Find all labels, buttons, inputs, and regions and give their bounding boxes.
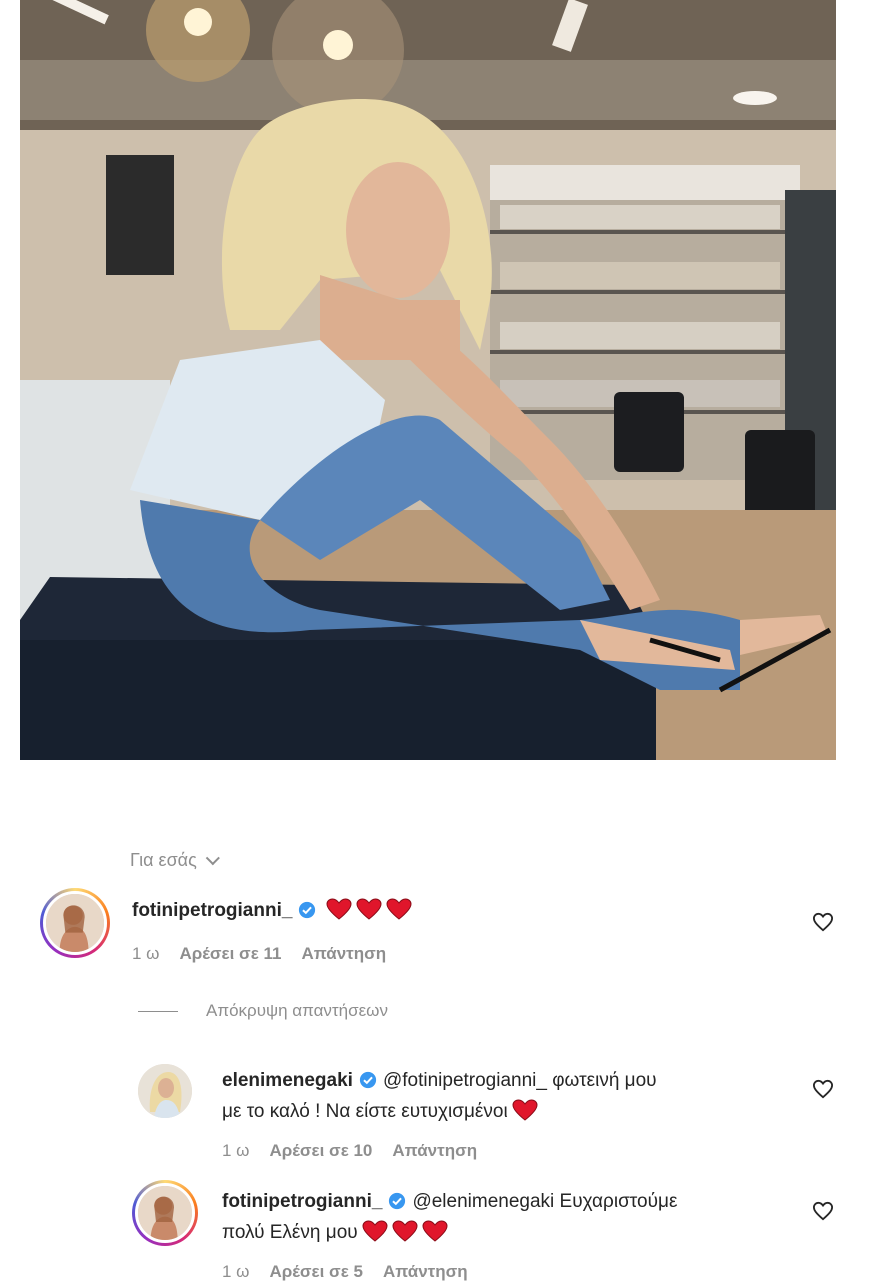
avatar[interactable]: [132, 1180, 198, 1246]
reply-meta: 1 ω Αρέσει σε 10 Απάντηση: [222, 1141, 477, 1161]
comment-username[interactable]: fotinipetrogianni_: [132, 900, 292, 921]
comment-body: fotinipetrogianni_: [132, 898, 412, 922]
comments-filter[interactable]: Για εσάς: [130, 850, 220, 871]
red-heart-icon: [392, 1220, 418, 1242]
reply-text-line1: @fotinipetrogianni_ φωτεινή μου: [382, 1070, 657, 1091]
red-heart-icon: [386, 898, 412, 920]
hide-replies-label: Απόκρυψη απαντήσεων: [206, 1001, 388, 1020]
avatar[interactable]: [40, 888, 110, 958]
verified-badge-icon: [299, 901, 316, 919]
reply-body: fotinipetrogianni_ @elenimenegaki Ευχαρισ…: [222, 1186, 782, 1248]
photo-illustration: [20, 0, 836, 760]
avatar-photo: [46, 894, 104, 952]
like-heart-icon[interactable]: [812, 1079, 834, 1099]
post-photo: [20, 0, 836, 760]
avatar-photo: [138, 1186, 192, 1240]
reply-likes-link[interactable]: Αρέσει σε 10: [269, 1141, 372, 1161]
reply-button[interactable]: Απάντηση: [301, 944, 386, 964]
reply-username[interactable]: fotinipetrogianni_: [222, 1191, 382, 1212]
like-heart-icon[interactable]: [812, 1201, 834, 1221]
red-heart-icon: [326, 898, 352, 920]
verified-badge-icon: [359, 1071, 377, 1089]
reply-time: 1 ω: [222, 1141, 250, 1160]
red-heart-icon: [362, 1220, 388, 1242]
reply-body: elenimenegaki @fotinipetrogianni_ φωτεινή…: [222, 1065, 782, 1127]
reply-button[interactable]: Απάντηση: [383, 1262, 468, 1282]
comment-time: 1 ω: [132, 944, 160, 963]
red-heart-icon: [512, 1099, 538, 1121]
reply-likes-link[interactable]: Αρέσει σε 5: [269, 1262, 362, 1282]
like-heart-icon[interactable]: [812, 912, 834, 932]
reply-username[interactable]: elenimenegaki: [222, 1070, 353, 1091]
comment-likes-link[interactable]: Αρέσει σε 11: [179, 944, 281, 964]
avatar[interactable]: [138, 1064, 192, 1118]
reply-meta: 1 ω Αρέσει σε 5 Απάντηση: [222, 1262, 468, 1282]
avatar-photo: [138, 1064, 192, 1118]
red-heart-icon: [356, 898, 382, 920]
reply-text-line2: με το καλό ! Να είστε ευτυχισμένοι: [222, 1101, 508, 1122]
reply-text-line2: πολύ Ελένη μου: [222, 1222, 358, 1243]
red-heart-icon: [422, 1220, 448, 1242]
hide-replies-toggle[interactable]: Απόκρυψη απαντήσεων: [138, 1001, 388, 1021]
divider-line: [138, 1010, 178, 1012]
reply-button[interactable]: Απάντηση: [392, 1141, 477, 1161]
comments-filter-label: Για εσάς: [130, 850, 197, 870]
verified-badge-icon: [389, 1192, 406, 1210]
comment-meta: 1 ω Αρέσει σε 11 Απάντηση: [132, 944, 386, 964]
reply-text-line1: @elenimenegaki Ευχαριστούμε: [412, 1191, 678, 1212]
reply-time: 1 ω: [222, 1262, 250, 1281]
